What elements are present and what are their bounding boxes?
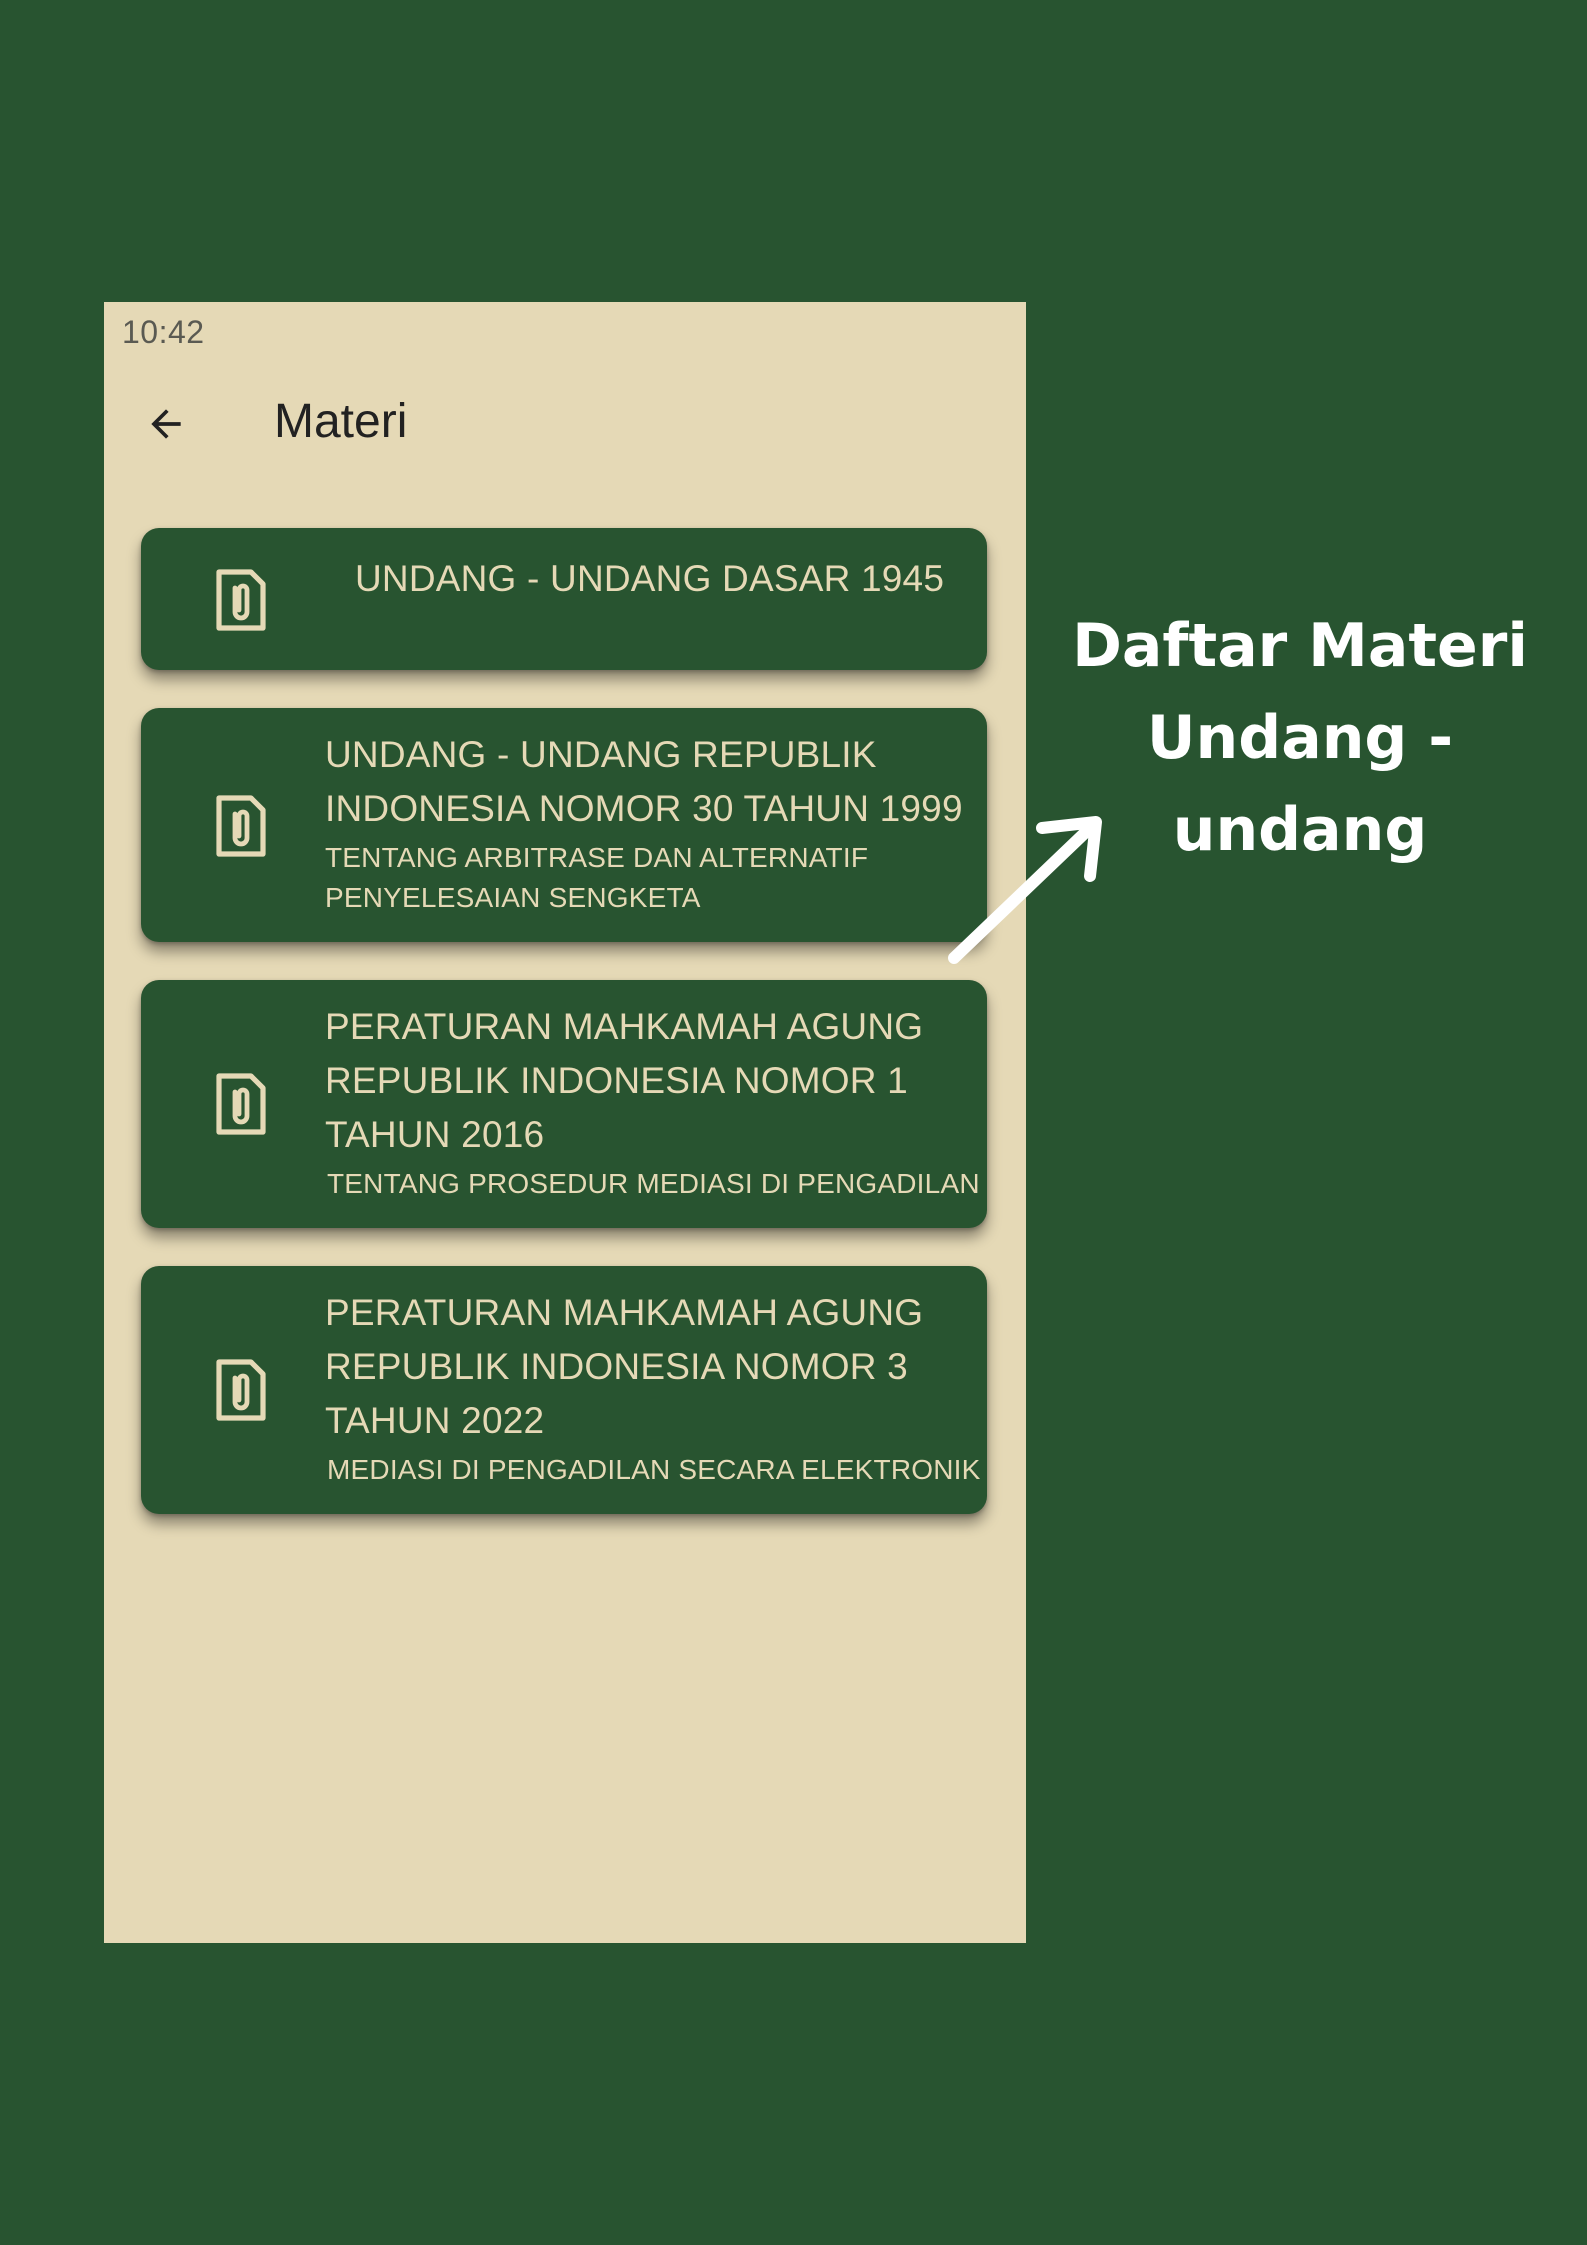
list-item-uud-1945[interactable]: UNDANG - UNDANG DASAR 1945	[141, 528, 987, 670]
item-title: PERATURAN MAHKAMAH AGUNG REPUBLIK INDONE…	[325, 1006, 924, 1155]
item-title: UNDANG - UNDANG DASAR 1945	[355, 558, 945, 599]
back-button[interactable]	[140, 398, 192, 450]
list-item-uu-30-1999[interactable]: UNDANG - UNDANG REPUBLIK INDONESIA NOMOR…	[141, 708, 987, 942]
page-title: Materi	[274, 395, 408, 448]
list-item-perma-1-2016[interactable]: PERATURAN MAHKAMAH AGUNG REPUBLIK INDONE…	[141, 980, 987, 1228]
phone-screen: 10:42 Materi UNDANG - UNDANG DASAR 1945 …	[104, 302, 1026, 1943]
document-attachment-icon	[216, 1073, 266, 1135]
document-attachment-icon	[216, 795, 266, 857]
item-subtitle: MEDIASI DI PENGADILAN SECARA ELEKTRONIK	[327, 1454, 981, 1485]
list-item-perma-3-2022[interactable]: PERATURAN MAHKAMAH AGUNG REPUBLIK INDONE…	[141, 1266, 987, 1514]
item-title: PERATURAN MAHKAMAH AGUNG REPUBLIK INDONE…	[325, 1292, 924, 1441]
app-bar: Materi	[104, 374, 1026, 474]
document-attachment-icon	[216, 1359, 266, 1421]
annotation-line-1: Daftar Materi	[1072, 611, 1528, 681]
item-subtitle: TENTANG ARBITRASE DAN ALTERNATIF PENYELE…	[325, 842, 869, 913]
status-bar-time: 10:42	[122, 314, 205, 350]
arrow-up-right-icon	[948, 816, 1102, 964]
item-title: UNDANG - UNDANG REPUBLIK INDONESIA NOMOR…	[325, 734, 963, 829]
item-subtitle: TENTANG PROSEDUR MEDIASI DI PENGADILAN	[327, 1168, 980, 1199]
document-attachment-icon	[216, 569, 266, 631]
arrow-left-icon	[151, 409, 181, 439]
